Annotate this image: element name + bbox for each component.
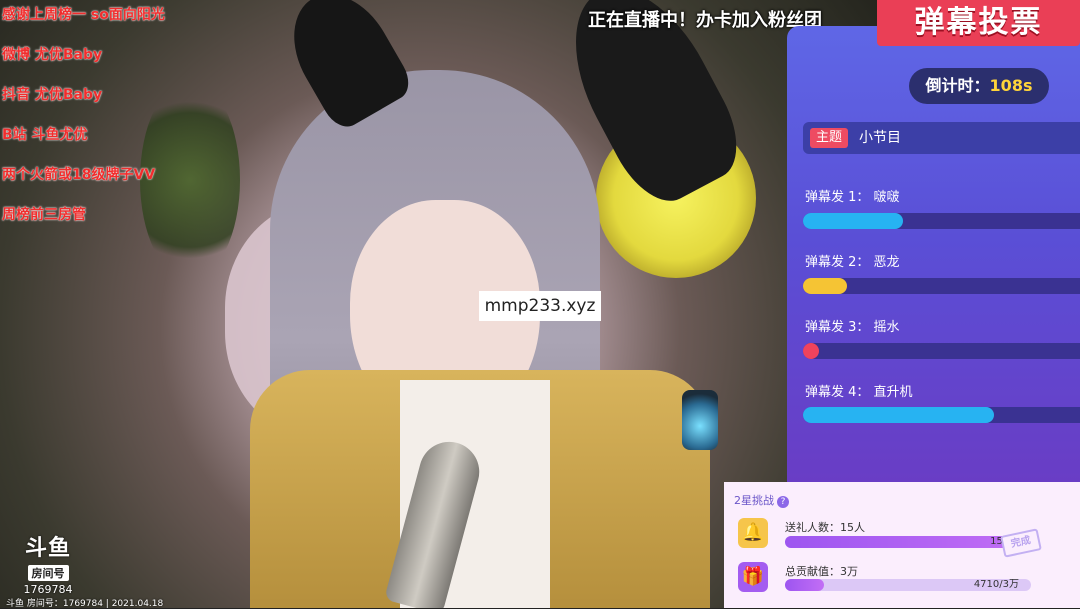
help-icon[interactable]: ? [777, 496, 789, 508]
countdown-value: 108s [989, 76, 1033, 95]
notice-line: 抖音 尤优Baby [2, 87, 103, 103]
challenge-value: 4710/3万 [973, 579, 1019, 590]
challenge-progress: 15/15 [785, 536, 1031, 548]
challenge-progress: 4710/3万 [785, 579, 1031, 591]
room-label: 房间号 [27, 565, 69, 581]
vote-banner: 弹幕投票 [877, 0, 1080, 46]
star-challenge-panel: 2星挑战? 🔔 送礼人数：15人 15/15 完成 🎁 总贡献值：3万 4710… [724, 482, 1080, 608]
room-number: 1769784 [23, 583, 73, 596]
scrolling-ticker: 正在直播中！办卡加入粉丝团 [588, 10, 822, 31]
notice-line: 感谢上周榜一 so面向阳光 [2, 7, 165, 23]
vote-topic: 主题 小节目 [803, 122, 1080, 154]
bell-icon: 🔔 [738, 518, 768, 548]
vote-option-label: 弹幕发 1： 啵啵 [805, 190, 900, 205]
vote-option-fill [803, 213, 903, 229]
vote-option-label: 弹幕发 3： 摇水 [805, 320, 900, 335]
bottom-info: 斗鱼 房间号：1769784 | 2021.04.18 [6, 599, 164, 609]
gift-icon: 🎁 [738, 562, 768, 592]
topic-tag: 主题 [810, 128, 849, 148]
logo-mark: 斗鱼 [24, 536, 71, 561]
vote-option-bar [803, 343, 1080, 359]
vote-option-fill [803, 343, 819, 359]
vote-option-bar [803, 407, 1080, 423]
completed-stamp: 完成 [1000, 528, 1042, 558]
challenge-label: 送礼人数：15人 [785, 521, 865, 534]
vote-countdown: 倒计时：108s [909, 68, 1049, 104]
challenge-label: 总贡献值：3万 [785, 565, 858, 578]
watermark: mmp233.xyz [479, 291, 601, 321]
challenge-title-text: 2星挑战 [734, 494, 774, 507]
vote-option-label: 弹幕发 4： 直升机 [805, 385, 913, 400]
lantern-lamp [682, 390, 718, 450]
vote-option-fill [803, 278, 848, 294]
vote-option-bar [803, 213, 1080, 229]
challenge-title: 2星挑战? [734, 492, 789, 508]
douyu-logo: 斗鱼 房间号 1769784 [18, 530, 78, 596]
topic-name: 小节目 [859, 130, 901, 146]
challenge-progress-fill [785, 579, 825, 591]
countdown-label: 倒计时： [925, 76, 990, 95]
notice-line: 两个火箭或18级牌子VV [2, 167, 156, 183]
notice-line: 微博 尤优Baby [2, 47, 103, 63]
vote-option-label: 弹幕发 2： 恶龙 [805, 255, 900, 270]
notice-line: 周榜前三房管 [2, 207, 86, 223]
notice-line: B站 斗鱼尤优 [2, 127, 88, 143]
vote-option-fill [803, 407, 995, 423]
vote-option-bar [803, 278, 1080, 294]
